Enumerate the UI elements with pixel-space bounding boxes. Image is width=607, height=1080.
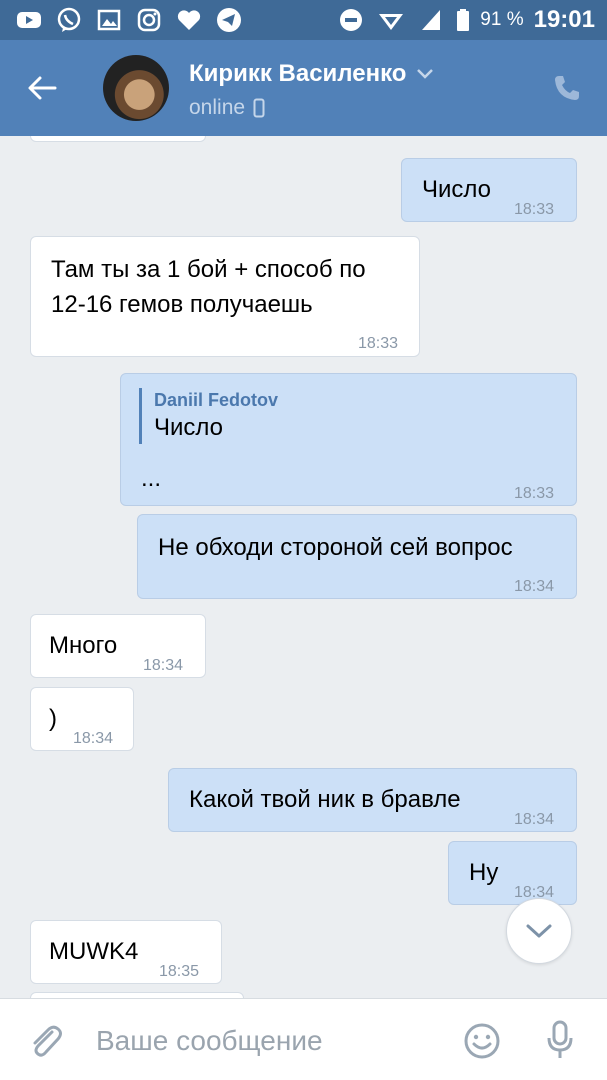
message-outgoing[interactable]: Число 18:33 bbox=[401, 158, 577, 222]
message-text: ) bbox=[49, 705, 57, 732]
message-text: Число bbox=[422, 176, 492, 203]
microphone-icon bbox=[547, 1020, 573, 1058]
dnd-icon bbox=[336, 6, 366, 34]
wifi-icon bbox=[376, 6, 406, 34]
message-text: Ну bbox=[469, 859, 499, 886]
emoji-button[interactable] bbox=[462, 1021, 502, 1061]
quote-author: Daniil Fedotov bbox=[154, 390, 279, 410]
chevron-down-icon bbox=[526, 924, 552, 938]
battery-icon bbox=[456, 6, 470, 34]
message-outgoing-reply[interactable]: Daniil Fedotov Число ... 18:33 bbox=[120, 373, 577, 506]
message-time: 18:33 bbox=[514, 485, 555, 502]
smiley-icon bbox=[464, 1023, 500, 1059]
message-text: Много bbox=[49, 632, 118, 659]
quote-text: Число bbox=[154, 414, 224, 441]
instagram-icon bbox=[134, 6, 164, 34]
status-text: online bbox=[189, 96, 246, 119]
voice-message-button[interactable] bbox=[540, 1019, 580, 1063]
call-button[interactable] bbox=[549, 70, 585, 106]
status-bar: 91 % 19:01 bbox=[0, 0, 607, 40]
message-time: 18:34 bbox=[514, 578, 555, 595]
back-button[interactable] bbox=[22, 68, 62, 108]
message-text: MUWK4 bbox=[49, 938, 139, 965]
message-incoming[interactable]: Много 18:34 bbox=[30, 614, 206, 678]
contact-name-row[interactable]: Кирикк Василенко bbox=[189, 60, 434, 88]
message-list[interactable]: Число 18:33 Там ты за 1 бой + способ по … bbox=[0, 136, 607, 998]
heart-icon bbox=[174, 6, 204, 34]
mobile-icon bbox=[253, 98, 265, 118]
message-outgoing[interactable]: Какой твой ник в бравле 18:34 bbox=[168, 768, 577, 832]
contact-name: Кирикк Василенко bbox=[189, 60, 407, 87]
avatar[interactable] bbox=[103, 55, 169, 121]
message-time: 18:34 bbox=[514, 811, 555, 828]
message-time: 18:33 bbox=[514, 201, 555, 218]
message-bubble-partial bbox=[30, 136, 206, 142]
attach-button[interactable] bbox=[26, 1021, 66, 1061]
message-outgoing[interactable]: Не обходи стороной сей вопрос 18:34 bbox=[137, 514, 577, 599]
message-text-line: Там ты за 1 бой + способ по bbox=[51, 256, 366, 283]
clock: 19:01 bbox=[533, 6, 595, 33]
contact-status: online bbox=[189, 96, 265, 120]
phone-icon bbox=[555, 76, 579, 100]
quoted-message[interactable]: Daniil Fedotov Число bbox=[139, 388, 278, 444]
message-incoming[interactable]: Там ты за 1 бой + способ по 12-16 гемов … bbox=[30, 236, 420, 357]
message-text: ... bbox=[141, 465, 162, 492]
message-text: Не обходи стороной сей вопрос bbox=[158, 534, 513, 561]
telegram-icon bbox=[214, 6, 244, 34]
message-text: Какой твой ник в бравле bbox=[189, 786, 461, 813]
message-composer bbox=[0, 998, 607, 1080]
paperclip-icon bbox=[33, 1025, 62, 1057]
signal-icon bbox=[416, 6, 446, 34]
message-outgoing[interactable]: Ну 18:34 bbox=[448, 841, 577, 905]
notification-icons bbox=[14, 6, 244, 34]
message-time: 18:34 bbox=[143, 657, 184, 674]
arrow-left-icon bbox=[28, 76, 57, 100]
message-time: 18:35 bbox=[159, 963, 200, 980]
message-text-line: 12-16 гемов получаешь bbox=[51, 291, 313, 318]
message-incoming[interactable]: MUWK4 18:35 bbox=[30, 920, 222, 984]
system-status: 91 % 19:01 bbox=[336, 6, 595, 34]
message-time: 18:33 bbox=[358, 335, 399, 352]
gallery-icon bbox=[94, 6, 124, 34]
message-incoming[interactable]: ) 18:34 bbox=[30, 687, 134, 751]
viber-icon bbox=[54, 6, 84, 34]
chevron-down-icon bbox=[417, 69, 434, 79]
battery-percent: 91 % bbox=[480, 9, 524, 30]
message-input[interactable] bbox=[96, 1019, 436, 1063]
youtube-icon bbox=[14, 6, 44, 34]
message-time: 18:34 bbox=[73, 730, 114, 747]
chat-header: Кирикк Василенко online bbox=[0, 40, 607, 136]
scroll-to-bottom-button[interactable] bbox=[506, 898, 572, 964]
